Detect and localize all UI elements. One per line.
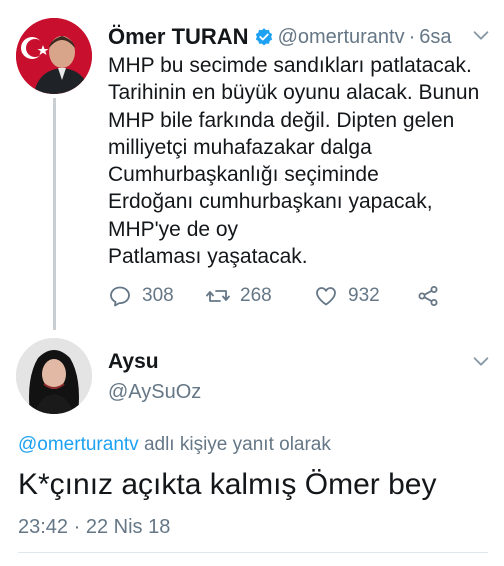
reply-button[interactable]: 308 xyxy=(108,282,174,310)
tweet-text-line: Tarihinin en büyük oyunu alacak. Bunun xyxy=(108,81,480,105)
reply-timestamp[interactable]: 23:42 · 22 Nis 18 xyxy=(18,516,170,539)
replying-to-line: @omerturantv adlı kişiye yanıt olarak xyxy=(18,434,331,456)
avatar-omer-turan[interactable] xyxy=(16,18,92,94)
like-button[interactable]: 932 xyxy=(314,282,380,310)
replying-to-text: adlı kişiye yanıt olarak xyxy=(138,434,331,455)
tweet-text-line: Cumhurbaşkanlığı seçiminde xyxy=(108,163,379,187)
reply-icon xyxy=(110,286,130,307)
reply-author-name[interactable]: Aysu xyxy=(108,350,159,374)
like-icon xyxy=(316,287,336,306)
tweet-actions: 308 268 932 xyxy=(108,282,448,310)
tweet-time[interactable]: 6sa xyxy=(419,26,451,49)
tweet-text-line: Erdoğanı cumhurbaşkanı yapacak, xyxy=(108,190,433,214)
reply-text: K*çınız açıkta kalmış Ömer bey xyxy=(18,468,437,501)
tweet-header: Ömer TURAN @omerturantv · 6sa xyxy=(108,22,452,52)
header-separator: · xyxy=(408,25,416,48)
chevron-down-icon[interactable] xyxy=(470,350,492,372)
tweet-text-line: MHP bile farkında değil. Dipten gelen xyxy=(108,108,455,132)
tweet-text-line: Patlaması yaşatacak. xyxy=(108,245,308,269)
avatar-omer-turan-image xyxy=(16,18,92,94)
retweet-count: 268 xyxy=(240,285,272,306)
retweet-icon xyxy=(206,290,230,302)
divider xyxy=(18,552,488,553)
author-name[interactable]: Ömer TURAN xyxy=(108,24,249,50)
verified-badge-icon xyxy=(255,28,272,46)
share-button[interactable] xyxy=(416,282,450,310)
like-count: 932 xyxy=(348,285,380,306)
thread-line xyxy=(53,98,56,330)
reply-count: 308 xyxy=(142,285,174,306)
retweet-button[interactable]: 268 xyxy=(206,282,272,310)
chevron-down-icon[interactable] xyxy=(470,24,492,46)
tweet-text-line: MHP'ye de oy xyxy=(108,217,239,241)
tweet-text-line: milliyetçi muhafazakar dalga xyxy=(108,135,372,159)
replying-to-mention[interactable]: @omerturantv xyxy=(18,434,139,455)
share-icon xyxy=(418,286,438,306)
tweet-text: MHP bu secimde sandıkları patlatacak. Ta… xyxy=(108,52,488,270)
reply-author-handle[interactable]: @AySuOz xyxy=(108,381,201,404)
avatar-aysu-image xyxy=(16,338,92,414)
author-handle[interactable]: @omerturantv xyxy=(278,26,405,49)
tweet-text-line: MHP bu secimde sandıkları patlatacak. xyxy=(108,54,472,77)
avatar-aysu[interactable] xyxy=(16,338,92,414)
